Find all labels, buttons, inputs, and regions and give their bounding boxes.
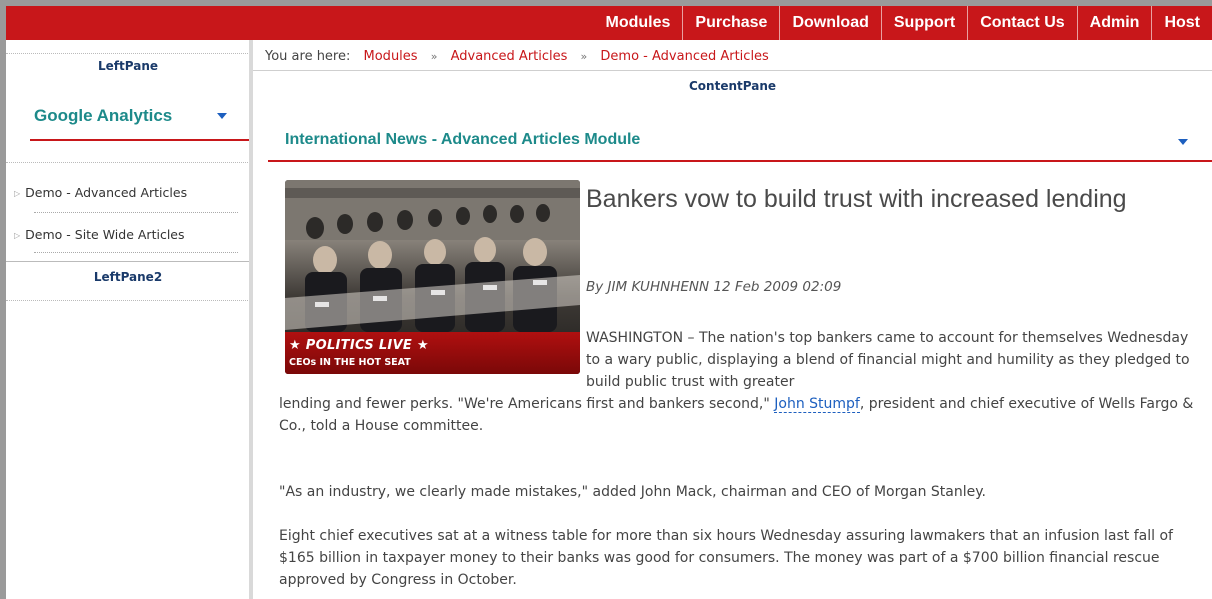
image-banner-subtitle: CEOs IN THE HOT SEAT	[289, 357, 411, 368]
sidebar-item-label: Demo - Site Wide Articles	[25, 227, 185, 242]
article-byline: By JIM KUHNHENN 12 Feb 2009 02:09	[586, 279, 842, 295]
divider	[30, 139, 252, 141]
divider	[253, 70, 1212, 71]
sidebar-item-demo-advanced-articles[interactable]: ▷ Demo - Advanced Articles	[14, 185, 238, 200]
bullet-arrow-icon: ▷	[14, 189, 21, 198]
divider	[34, 252, 238, 253]
article-paragraph: Eight chief executives sat at a witness …	[279, 528, 1173, 588]
chevron-down-icon[interactable]	[1178, 139, 1188, 145]
article-title: Bankers vow to build trust with increase…	[586, 185, 1127, 213]
divider	[6, 300, 250, 301]
nav-admin[interactable]: Admin	[1076, 6, 1152, 40]
article-image: ★ POLITICS LIVE ★ CEOs IN THE HOT SEAT	[285, 180, 580, 374]
bullet-arrow-icon: ▷	[14, 231, 21, 240]
nav-download[interactable]: Download	[779, 6, 880, 40]
breadcrumb-advanced-articles[interactable]: Advanced Articles	[451, 49, 568, 64]
divider	[268, 160, 1212, 162]
nav-modules[interactable]: Modules	[594, 6, 683, 40]
article-paragraph: "As an industry, we clearly made mistake…	[279, 484, 986, 500]
breadcrumb-separator: »	[430, 50, 438, 63]
person-link-john-stumpf[interactable]: John Stumpf	[774, 396, 860, 413]
google-analytics-title: Google Analytics	[34, 106, 173, 125]
divider	[34, 212, 238, 213]
nav-purchase[interactable]: Purchase	[682, 6, 779, 40]
breadcrumb-separator: »	[580, 50, 588, 63]
nav-support[interactable]: Support	[880, 6, 967, 40]
sidebar-item-demo-site-wide-articles[interactable]: ▷ Demo - Site Wide Articles	[14, 227, 238, 242]
breadcrumb: You are here: Modules » Advanced Article…	[265, 49, 769, 64]
sidebar-item-label: Demo - Advanced Articles	[25, 185, 188, 200]
leftpane2-label: LeftPane2	[93, 270, 163, 284]
top-navigation: Modules Purchase Download Support Contac…	[6, 6, 1212, 40]
contentpane-label: ContentPane	[689, 79, 776, 93]
module-title: International News - Advanced Articles M…	[285, 131, 641, 148]
nav-contact-us[interactable]: Contact Us	[967, 6, 1076, 40]
paragraph-text: lending and fewer perks. "We're American…	[279, 396, 775, 412]
article-paragraph: lending and fewer perks. "We're American…	[279, 393, 1209, 437]
breadcrumb-demo-advanced-articles[interactable]: Demo - Advanced Articles	[600, 49, 768, 64]
nav-host[interactable]: Host	[1151, 6, 1212, 40]
divider	[6, 53, 250, 54]
sidebar-border	[249, 40, 253, 599]
breadcrumb-prefix: You are here:	[265, 49, 351, 64]
leftpane-label: LeftPane	[98, 59, 158, 73]
breadcrumb-modules[interactable]: Modules	[364, 49, 418, 64]
divider	[6, 162, 250, 163]
left-sidebar: LeftPane Google Analytics ▷ Demo - Advanc…	[6, 40, 252, 599]
divider	[6, 261, 250, 262]
image-banner-title: ★ POLITICS LIVE ★	[289, 338, 429, 353]
article-paragraph: WASHINGTON – The nation's top bankers ca…	[586, 330, 1190, 390]
chevron-down-icon[interactable]	[217, 113, 227, 119]
